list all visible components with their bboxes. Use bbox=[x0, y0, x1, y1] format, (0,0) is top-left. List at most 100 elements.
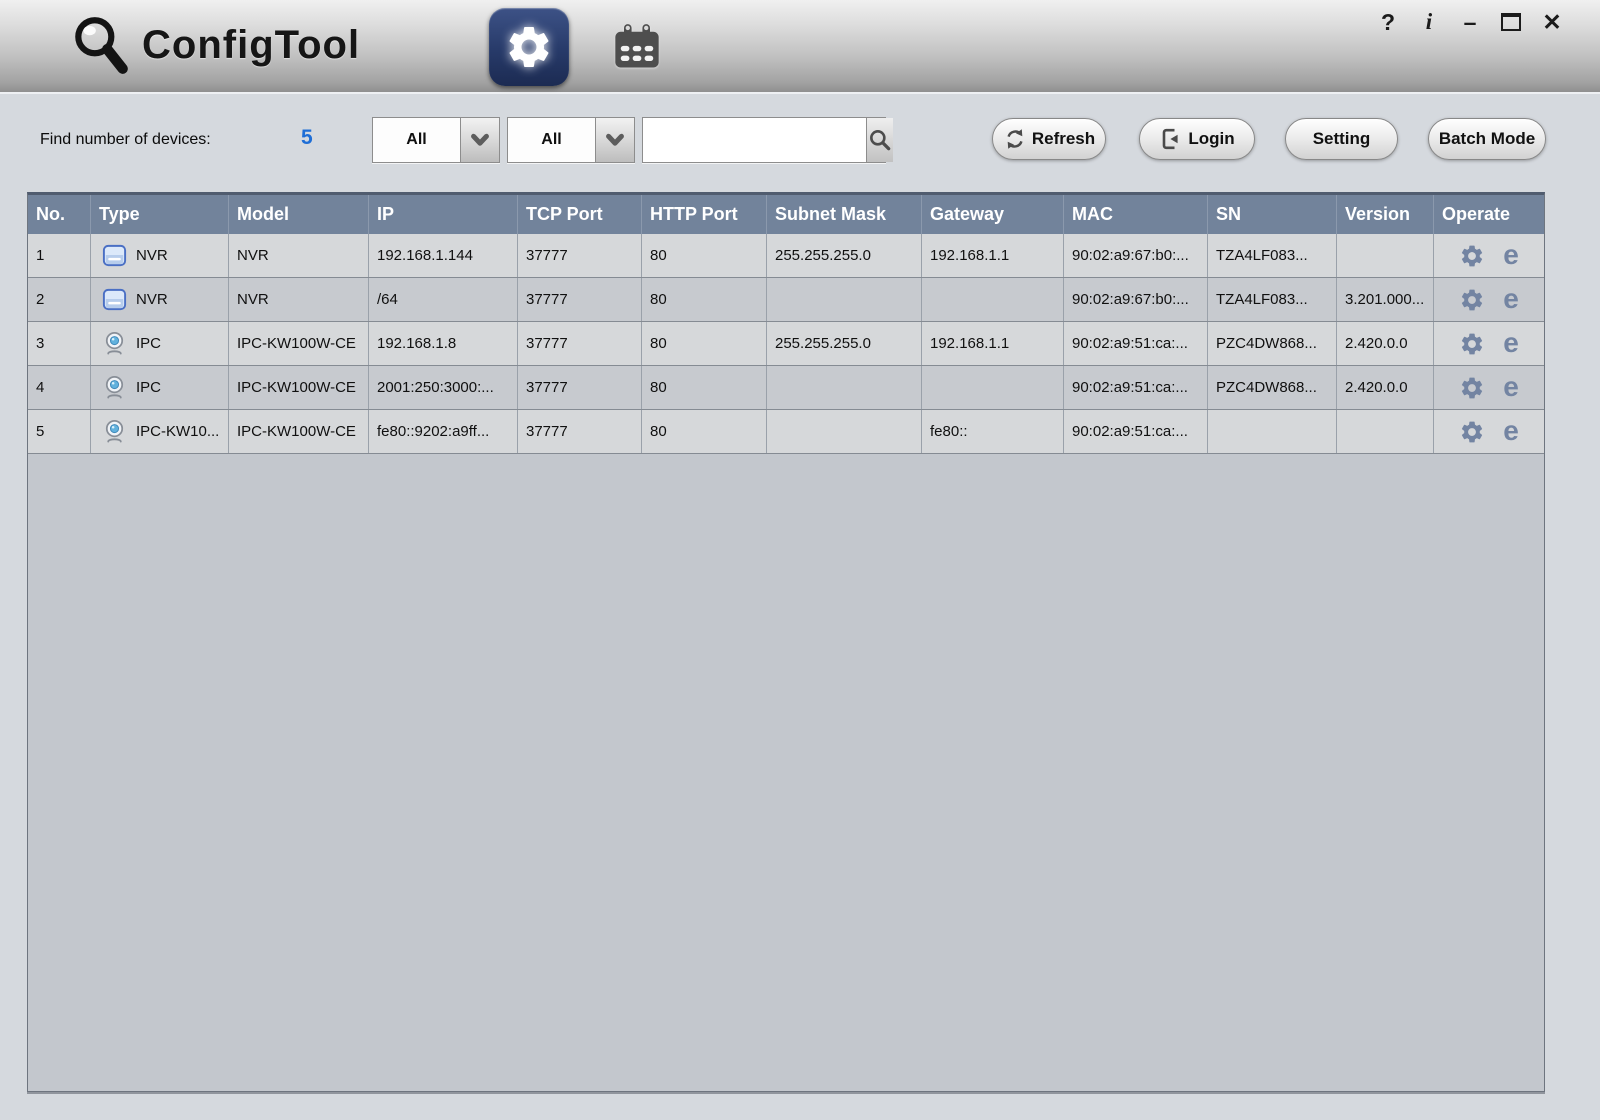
cell-operate: e bbox=[1434, 322, 1544, 365]
cell-no: 5 bbox=[28, 410, 91, 453]
table-row[interactable]: 3 IPC IPC-KW100W-CE 192.168.1.8 37777 80 255.2… bbox=[28, 322, 1544, 366]
cell-subnet-mask: 255.255.255.0 bbox=[767, 234, 922, 277]
cell-version: 2.420.0.0 bbox=[1337, 322, 1434, 365]
column-header-gateway: Gateway bbox=[922, 195, 1064, 234]
operate-ie-browser-icon[interactable]: e bbox=[1503, 416, 1519, 445]
setting-button[interactable]: Setting bbox=[1285, 118, 1398, 160]
magnifier-logo-icon bbox=[68, 12, 134, 78]
type-filter-dropdown[interactable]: All bbox=[372, 117, 500, 163]
protocol-filter-dropdown[interactable]: All bbox=[507, 117, 635, 163]
device-table: No. Type Model IP TCP Port HTTP Port Subnet Ma… bbox=[27, 192, 1545, 1092]
type-label: IPC bbox=[136, 335, 162, 352]
table-row[interactable]: 1 NVR NVR 192.168.1.144 37777 80 255.255.255.0… bbox=[28, 234, 1544, 278]
maximize-icon bbox=[1501, 13, 1521, 31]
sn-value: PZC4DW868... bbox=[1216, 379, 1317, 396]
table-header-row: No. Type Model IP TCP Port HTTP Port Subnet Ma… bbox=[28, 195, 1544, 234]
operate-settings-gear-icon[interactable] bbox=[1459, 287, 1485, 313]
search-input[interactable] bbox=[643, 118, 866, 162]
cell-sn bbox=[1208, 410, 1337, 453]
tcp-port-value: 37777 bbox=[526, 423, 568, 440]
batch-mode-button[interactable]: Batch Mode bbox=[1428, 118, 1546, 160]
help-button[interactable]: ? bbox=[1376, 7, 1400, 37]
cell-no: 2 bbox=[28, 278, 91, 321]
type-label: NVR bbox=[136, 291, 168, 308]
model-value: IPC-KW100W-CE bbox=[237, 335, 356, 352]
table-row[interactable]: 4 IPC IPC-KW100W-CE 2001:250:3000:... 37777 8… bbox=[28, 366, 1544, 410]
cell-type: IPC-KW10... bbox=[91, 410, 229, 453]
cell-mac: 90:02:a9:67:b0:... bbox=[1064, 278, 1208, 321]
mac-value: 90:02:a9:51:ca:... bbox=[1072, 379, 1188, 396]
chevron-down-icon bbox=[469, 129, 491, 151]
login-label: Login bbox=[1188, 129, 1235, 148]
cell-tcp-port: 37777 bbox=[518, 322, 642, 365]
ipc-icon bbox=[101, 374, 128, 401]
protocol-filter-expand-button[interactable] bbox=[595, 118, 634, 162]
subnet-mask-value: 255.255.255.0 bbox=[775, 335, 871, 352]
cell-http-port: 80 bbox=[642, 410, 767, 453]
login-icon bbox=[1159, 127, 1183, 151]
table-row[interactable]: 2 NVR NVR/64 37777 80 90:02:a9:67:b0:... TZA4L… bbox=[28, 278, 1544, 322]
table-row[interactable]: 5 IPC-KW10... IPC-KW100W-CE fe80::9202:a9ff… bbox=[28, 410, 1544, 454]
cell-model: NVR bbox=[229, 278, 369, 321]
ip-value: 192.168.1.144 bbox=[377, 247, 473, 264]
minimize-button[interactable]: – bbox=[1458, 7, 1482, 37]
mac-value: 90:02:a9:67:b0:... bbox=[1072, 291, 1189, 308]
refresh-button[interactable]: Refresh bbox=[992, 118, 1106, 160]
login-button[interactable]: Login bbox=[1139, 118, 1255, 160]
subnet-mask-value: 255.255.255.0 bbox=[775, 247, 871, 264]
cell-type: IPC bbox=[91, 366, 229, 409]
tab-settings[interactable] bbox=[489, 8, 569, 86]
search-button[interactable] bbox=[866, 118, 893, 162]
model-value: NVR bbox=[237, 247, 269, 264]
cell-model: NVR bbox=[229, 234, 369, 277]
maximize-button[interactable] bbox=[1499, 7, 1523, 37]
cell-version: 3.201.000... bbox=[1337, 278, 1434, 321]
window-controls: ? i – ✕ bbox=[1376, 4, 1564, 40]
cell-subnet-mask bbox=[767, 278, 922, 321]
operate-ie-browser-icon[interactable]: e bbox=[1503, 284, 1519, 313]
info-button[interactable]: i bbox=[1417, 7, 1441, 37]
cell-ip: 192.168.1.144 bbox=[369, 234, 518, 277]
gateway-value: 192.168.1.1 bbox=[930, 247, 1010, 264]
gateway-value: 192.168.1.1 bbox=[930, 335, 1010, 352]
row-number: 1 bbox=[36, 247, 45, 264]
cell-gateway: 192.168.1.1 bbox=[922, 234, 1064, 277]
column-header-ip: IP bbox=[369, 195, 518, 234]
row-number: 4 bbox=[36, 379, 45, 396]
operate-settings-gear-icon[interactable] bbox=[1459, 331, 1485, 357]
cell-no: 3 bbox=[28, 322, 91, 365]
http-port-value: 80 bbox=[650, 423, 667, 440]
cell-operate: e bbox=[1434, 278, 1544, 321]
cell-sn: PZC4DW868... bbox=[1208, 322, 1337, 365]
operate-ie-browser-icon[interactable]: e bbox=[1503, 328, 1519, 357]
version-value: 3.201.000... bbox=[1345, 291, 1425, 308]
operate-settings-gear-icon[interactable] bbox=[1459, 243, 1485, 269]
cell-model: IPC-KW100W-CE bbox=[229, 410, 369, 453]
close-button[interactable]: ✕ bbox=[1540, 7, 1564, 37]
operate-settings-gear-icon[interactable] bbox=[1459, 419, 1485, 445]
gateway-value: fe80:: bbox=[930, 423, 968, 440]
cell-ip: 192.168.1.8 bbox=[369, 322, 518, 365]
sn-value: TZA4LF083... bbox=[1216, 291, 1308, 308]
column-header-tcp-port: TCP Port bbox=[518, 195, 642, 234]
mac-value: 90:02:a9:51:ca:... bbox=[1072, 335, 1188, 352]
cell-gateway: fe80:: bbox=[922, 410, 1064, 453]
operate-ie-browser-icon[interactable]: e bbox=[1503, 372, 1519, 401]
type-filter-expand-button[interactable] bbox=[460, 118, 499, 162]
cell-version bbox=[1337, 234, 1434, 277]
operate-ie-browser-icon[interactable]: e bbox=[1503, 240, 1519, 269]
cell-http-port: 80 bbox=[642, 278, 767, 321]
version-value: 2.420.0.0 bbox=[1345, 379, 1408, 396]
sn-value: TZA4LF083... bbox=[1216, 247, 1308, 264]
operate-settings-gear-icon[interactable] bbox=[1459, 375, 1485, 401]
batch-mode-label: Batch Mode bbox=[1438, 129, 1536, 148]
cell-sn: PZC4DW868... bbox=[1208, 366, 1337, 409]
column-header-no: No. bbox=[28, 195, 91, 234]
cell-mac: 90:02:a9:51:ca:... bbox=[1064, 322, 1208, 365]
refresh-label: Refresh bbox=[1031, 129, 1096, 148]
calendar-icon bbox=[611, 22, 663, 74]
app-logo: ConfigTool bbox=[68, 12, 360, 78]
tab-batch-schedule[interactable] bbox=[606, 20, 668, 76]
column-header-operate: Operate bbox=[1442, 204, 1511, 224]
cell-no: 1 bbox=[28, 234, 91, 277]
